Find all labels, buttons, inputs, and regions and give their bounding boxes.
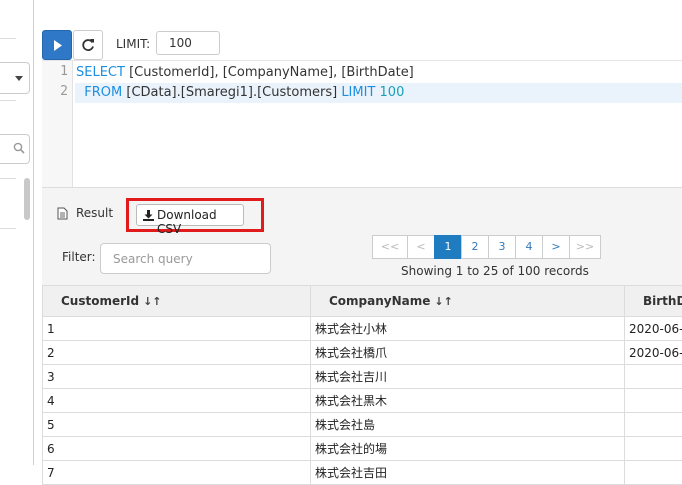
cell-birthdate (625, 437, 682, 461)
cell-companyname: 株式会社吉川 (311, 365, 625, 389)
first-page-button[interactable]: << (372, 235, 408, 259)
document-icon (57, 207, 68, 220)
cell-companyname: 株式会社島 (311, 413, 625, 437)
code-line[interactable]: SELECT [CustomerId], [CompanyName], [Bir… (75, 63, 682, 83)
page-button-3[interactable]: 3 (488, 235, 516, 259)
divider (0, 100, 16, 101)
divider (0, 228, 16, 229)
result-tab[interactable]: Result (76, 206, 113, 220)
play-icon (53, 40, 63, 51)
cell-birthdate (625, 461, 682, 485)
cell-birthdate (625, 389, 682, 413)
cell-customerid: 3 (43, 365, 311, 389)
table-row[interactable]: 4 株式会社黒木 (43, 389, 682, 413)
refresh-button[interactable] (73, 30, 103, 60)
filter-label: Filter: (62, 250, 96, 264)
column-header-label: CustomerId (61, 294, 139, 308)
column-header-customerid[interactable]: CustomerId ↓↑ (43, 286, 311, 317)
keyword-from: FROM (84, 85, 122, 100)
download-csv-label: Download CSV (157, 208, 243, 236)
table-row[interactable]: 5 株式会社島 (43, 413, 682, 437)
table-row[interactable]: 1 株式会社小林 2020-06-0 (43, 317, 682, 341)
line-number: 1 (60, 64, 68, 79)
page-button-2[interactable]: 2 (461, 235, 489, 259)
column-header-label: BirthD (643, 294, 682, 308)
left-dropdown[interactable] (0, 62, 30, 94)
results-table: CustomerId ↓↑ CompanyName ↓↑ BirthD 1 株式会社… (42, 285, 682, 485)
run-query-button[interactable] (42, 30, 72, 60)
download-csv-button[interactable]: Download CSV (136, 204, 244, 226)
left-search-box[interactable] (0, 134, 30, 164)
cell-birthdate: 2020-06-0 (625, 341, 682, 365)
column-header-companyname[interactable]: CompanyName ↓↑ (311, 286, 625, 317)
cell-birthdate (625, 365, 682, 389)
line-number-gutter: 1 2 (42, 61, 73, 188)
cell-customerid: 4 (43, 389, 311, 413)
table-row[interactable]: 6 株式会社的場 (43, 437, 682, 461)
records-summary: Showing 1 to 25 of 100 records (401, 264, 589, 278)
last-page-button[interactable]: >> (569, 235, 601, 259)
cell-companyname: 株式会社橋爪 (311, 341, 625, 365)
table-row[interactable]: 2 株式会社橋爪 2020-06-0 (43, 341, 682, 365)
next-page-button[interactable]: > (542, 235, 570, 259)
line-number: 2 (60, 84, 68, 99)
select-columns: [CustomerId], [CompanyName], [BirthDate] (125, 65, 414, 80)
table-reference: [CData].[Smaregi1].[Customers] (122, 85, 341, 100)
cell-companyname: 株式会社小林 (311, 317, 625, 341)
column-header-label: CompanyName (329, 294, 430, 308)
keyword-limit: LIMIT (341, 85, 375, 100)
cell-customerid: 2 (43, 341, 311, 365)
cell-companyname: 株式会社吉田 (311, 461, 625, 485)
cell-companyname: 株式会社黒木 (311, 389, 625, 413)
sort-icon: ↓↑ (434, 295, 452, 308)
pagination: << < 1 2 3 4 > >> (373, 235, 601, 259)
table-header-row: CustomerId ↓↑ CompanyName ↓↑ BirthD (43, 286, 682, 317)
keyword-select: SELECT (76, 65, 125, 80)
sql-editor[interactable]: 1 2 SELECT [CustomerId], [CompanyName], … (42, 60, 682, 188)
cell-customerid: 1 (43, 317, 311, 341)
cell-companyname: 株式会社的場 (311, 437, 625, 461)
left-panel (0, 0, 34, 465)
table-row[interactable]: 3 株式会社吉川 (43, 365, 682, 389)
limit-input[interactable] (156, 31, 220, 55)
divider (0, 38, 16, 39)
left-scrollbar[interactable] (24, 178, 30, 220)
cell-customerid: 7 (43, 461, 311, 485)
page-button-4[interactable]: 4 (515, 235, 543, 259)
divider (0, 178, 16, 179)
limit-number: 100 (380, 85, 405, 100)
prev-page-button[interactable]: < (407, 235, 435, 259)
filter-search-input[interactable] (100, 243, 271, 274)
cell-customerid: 5 (43, 413, 311, 437)
cell-birthdate: 2020-06-0 (625, 317, 682, 341)
search-icon (13, 142, 25, 154)
column-header-birthdate[interactable]: BirthD (625, 286, 682, 317)
table-row[interactable]: 7 株式会社吉田 (43, 461, 682, 485)
result-panel: Result Download CSV Filter: << < 1 2 3 4… (42, 187, 682, 466)
page-button-1[interactable]: 1 (434, 235, 462, 259)
refresh-icon (82, 38, 95, 52)
limit-label: LIMIT: (116, 37, 150, 51)
download-icon (143, 210, 154, 221)
cell-customerid: 6 (43, 437, 311, 461)
code-line-active[interactable]: FROM [CData].[Smaregi1].[Customers] LIMI… (75, 83, 682, 103)
caret-down-icon (15, 76, 23, 81)
cell-birthdate (625, 413, 682, 437)
sort-icon: ↓↑ (143, 295, 161, 308)
